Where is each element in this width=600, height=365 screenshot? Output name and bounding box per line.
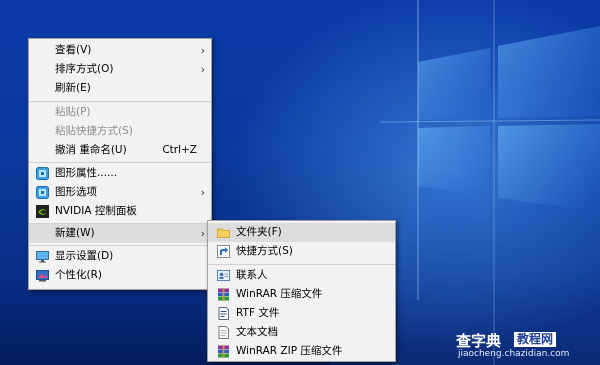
personalize-icon <box>36 270 49 282</box>
intel-graphics-icon <box>36 186 49 199</box>
submenu-item-text-document[interactable]: 文本文档 <box>208 323 395 342</box>
menu-item-view[interactable]: 查看(V) › <box>29 41 211 60</box>
menu-item-refresh[interactable]: 刷新(E) <box>29 79 211 98</box>
menu-item-sort-by[interactable]: 排序方式(O) › <box>29 60 211 79</box>
shortcut-text: Ctrl+Z <box>162 144 197 156</box>
submenu-arrow-icon: › <box>200 186 205 199</box>
rtf-document-icon <box>218 307 229 320</box>
menu-item-graphics-properties[interactable]: 图形属性...... <box>29 164 211 183</box>
submenu-arrow-icon: › <box>200 227 205 240</box>
menu-item-display-settings[interactable]: 显示设置(D) <box>29 247 211 266</box>
menu-item-undo-rename[interactable]: 撤消 重命名(U) Ctrl+Z <box>29 141 211 160</box>
desktop-context-menu: 查看(V) › 排序方式(O) › 刷新(E) 粘贴(P) 粘贴快捷方式(S) … <box>28 38 212 290</box>
menu-item-personalize[interactable]: 个性化(R) <box>29 266 211 285</box>
submenu-item-folder[interactable]: 文件夹(F) <box>208 223 395 242</box>
submenu-item-rtf-file[interactable]: RTF 文件 <box>208 304 395 323</box>
menu-item-nvidia-control-panel[interactable]: NVIDIA 控制面板 <box>29 202 211 221</box>
submenu-item-winrar-zip-archive[interactable]: WinRAR ZIP 压缩文件 <box>208 342 395 361</box>
menu-item-new[interactable]: 新建(W) › <box>29 224 211 243</box>
display-settings-icon <box>36 251 49 263</box>
menu-separator <box>29 101 211 102</box>
winrar-zip-icon <box>218 345 229 358</box>
submenu-arrow-icon: › <box>200 63 205 76</box>
winrar-icon <box>218 288 229 301</box>
watermark-tag: 教程网 <box>514 332 557 347</box>
nvidia-icon <box>36 205 49 218</box>
new-submenu: 文件夹(F) 快捷方式(S) 联系人 WinRAR 压缩文件 RTF 文件 文本… <box>207 220 396 362</box>
submenu-item-winrar-archive[interactable]: WinRAR 压缩文件 <box>208 285 395 304</box>
submenu-item-shortcut[interactable]: 快捷方式(S) <box>208 242 395 261</box>
submenu-item-contact[interactable]: 联系人 <box>208 266 395 285</box>
text-document-icon <box>218 326 229 339</box>
menu-item-paste-shortcut: 粘贴快捷方式(S) <box>55 125 133 137</box>
menu-item-graphics-options[interactable]: 图形选项 › <box>29 183 211 202</box>
site-watermark: 查字典 教程网 jiaocheng.chazidian.com <box>452 330 598 364</box>
shortcut-icon <box>217 245 230 258</box>
menu-separator <box>29 162 211 163</box>
watermark-url: jiaocheng.chazidian.com <box>458 349 570 359</box>
watermark-title: 查字典 <box>456 332 502 350</box>
submenu-arrow-icon: › <box>200 44 205 57</box>
menu-separator <box>29 245 211 246</box>
menu-item-paste: 粘贴(P) <box>55 106 91 118</box>
menu-separator <box>208 264 395 265</box>
folder-icon <box>217 228 230 238</box>
intel-graphics-icon <box>36 167 49 180</box>
contact-icon <box>217 270 230 281</box>
